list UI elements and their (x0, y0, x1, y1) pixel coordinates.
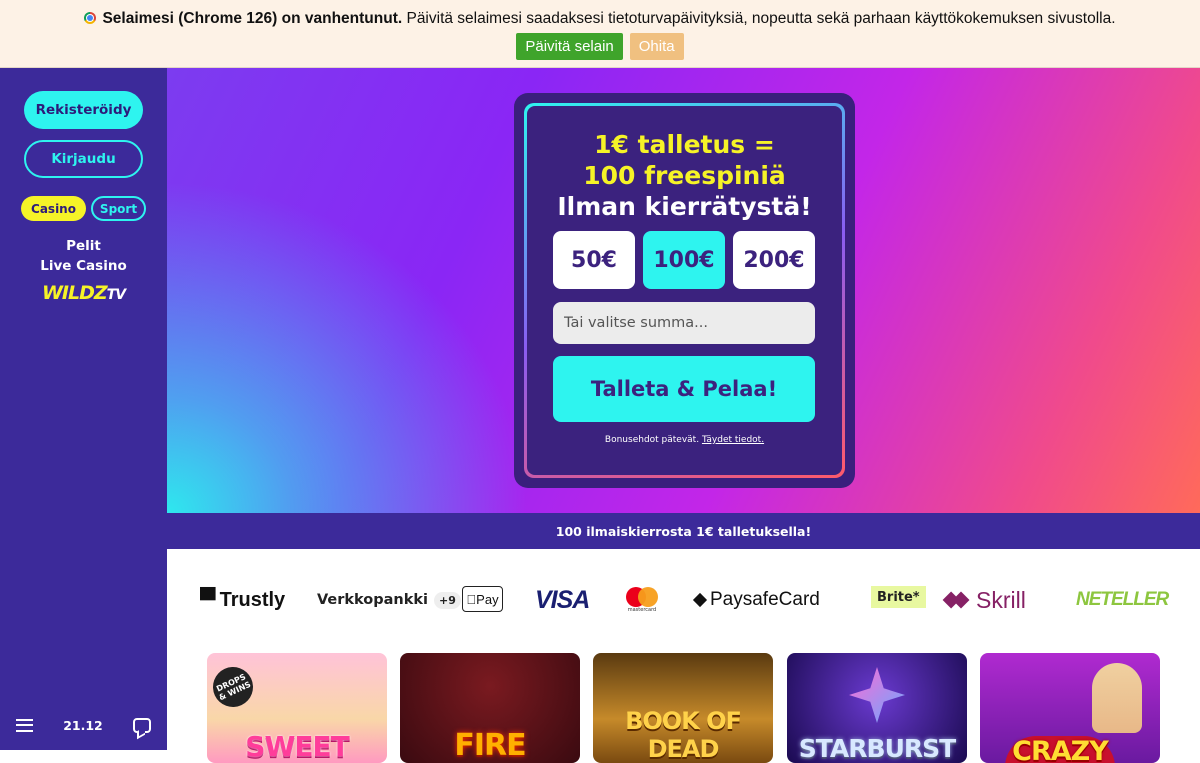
game-title: STARBURST (798, 734, 956, 763)
login-button[interactable]: Kirjaudu (24, 140, 143, 178)
neteller-logo: NETELLER (1076, 589, 1169, 610)
skrill-icon (952, 591, 970, 609)
game-title: SWEET (245, 730, 349, 763)
bonus-terms-text: Bonusehdot pätevät. (604, 435, 700, 445)
offer-headline: 1€ talletus = 100 freespiniä Ilman kierr… (514, 129, 855, 222)
paysafecard-icon (692, 592, 708, 608)
trustly-icon: ▀ (200, 587, 216, 612)
game-tile-book-of-dead[interactable]: BOOK OF DEAD (593, 653, 773, 763)
trustly-text: Trustly (219, 588, 286, 611)
mastercard-icon (626, 587, 658, 607)
payment-methods: ▀Trustly Verkkopankki +9 Pay VISA master… (167, 549, 1200, 649)
offer-line-3: Ilman kierrätystä! (557, 192, 812, 221)
verkkopankki-text: Verkkopankki (317, 592, 429, 608)
drops-and-wins-badge: DROPS & WINS (207, 660, 260, 714)
game-tile-starburst[interactable]: STARBURST (787, 653, 967, 763)
offer-line-2: 100 freespiniä (583, 161, 786, 190)
update-browser-button[interactable]: Päivitä selain (516, 33, 623, 60)
bonus-terms: Bonusehdot pätevät. Täydet tiedot. (514, 435, 855, 445)
deposit-card: 1€ talletus = 100 freespiniä Ilman kierr… (514, 93, 855, 488)
game-title: BOOK OF DEAD (625, 707, 742, 763)
brite-logo: Brite* (871, 586, 926, 608)
tab-casino[interactable]: Casino (21, 196, 86, 221)
browser-warning-bold: Selaimesi (Chrome 126) on vanhentunut. (102, 10, 403, 27)
tab-sport[interactable]: Sport (91, 196, 146, 221)
amount-option-100[interactable]: 100€ (643, 231, 725, 289)
amount-option-200[interactable]: 200€ (733, 231, 815, 289)
amount-option-50[interactable]: 50€ (553, 231, 635, 289)
sidebar: Rekisteröidy Kirjaudu Casino Sport Pelit… (0, 68, 167, 750)
trustly-logo: ▀ Trustly (200, 586, 285, 614)
offer-line-1: 1€ talletus = (594, 130, 775, 159)
skrill-text: Skrill (976, 586, 1026, 613)
game-tile-sweet[interactable]: DROPS & WINS SWEET (207, 653, 387, 763)
game-tile-fire[interactable]: FIRE (400, 653, 580, 763)
chrome-icon (84, 12, 97, 24)
sidebar-footer: 21.12 (0, 700, 167, 750)
live-host-image (1092, 663, 1142, 733)
clock-time: 21.12 (63, 717, 103, 733)
game-tile-crazy[interactable]: CRAZY (980, 653, 1160, 763)
verkkopankki-count-badge: +9 (434, 591, 461, 609)
apple-pay-logo: Pay (462, 586, 503, 612)
nav-link-live-casino[interactable]: Live Casino (0, 258, 167, 274)
custom-amount-input[interactable] (553, 302, 815, 344)
paysafecard-logo: PaysafeCard (692, 586, 820, 614)
wildz-tv-logo[interactable]: WILDZTV (0, 282, 167, 304)
game-title: FIRE (454, 728, 526, 763)
full-terms-link[interactable]: Täydet tiedot. (702, 435, 764, 445)
browser-warning-bar: Selaimesi (Chrome 126) on vanhentunut. P… (0, 0, 1200, 68)
nav-link-games[interactable]: Pelit (0, 238, 167, 254)
chat-icon[interactable] (132, 717, 151, 733)
deposit-play-button[interactable]: Talleta & Pelaa! (553, 356, 815, 422)
register-button[interactable]: Rekisteröidy (24, 91, 143, 129)
apple-icon:  (466, 592, 476, 607)
browser-warning-text: Päivitä selaimesi saadaksesi tietoturvap… (402, 10, 1116, 27)
logo-text: WILDZ (41, 282, 108, 304)
hero-banner: 1€ talletus = 100 freespiniä Ilman kierr… (167, 68, 1200, 513)
mastercard-text: mastercard (627, 607, 657, 613)
skrill-logo: Skrill (952, 586, 1026, 614)
promo-strip: 100 ilmaiskierrosta 1€ talletuksella! (167, 513, 1200, 549)
visa-logo: VISA (535, 585, 590, 614)
verkkopankki-logo: Verkkopankki +9 (317, 586, 461, 614)
mastercard-logo: mastercard (624, 586, 660, 614)
paysafecard-text: PaysafeCard (710, 589, 820, 610)
logo-suffix: TV (106, 287, 126, 303)
apple-pay-text: Pay (471, 591, 498, 607)
hamburger-menu-icon[interactable] (16, 718, 33, 732)
skip-button[interactable]: Ohita (629, 33, 684, 60)
browser-warning-message: Selaimesi (Chrome 126) on vanhentunut. P… (0, 0, 1200, 32)
star-icon (849, 667, 905, 723)
